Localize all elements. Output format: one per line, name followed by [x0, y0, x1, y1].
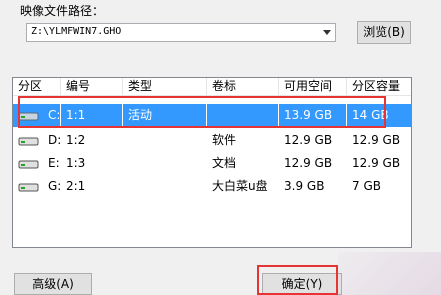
cell-partition: G: — [48, 179, 62, 193]
cell-label — [207, 104, 279, 127]
cell-label: 大白菜u盘 — [212, 179, 268, 193]
cell-type — [123, 129, 207, 152]
cell-capacity: 7 GB — [352, 179, 381, 193]
cell-capacity: 12.9 GB — [352, 156, 401, 170]
cell-capacity: 12.9 GB — [352, 133, 401, 147]
column-header-number[interactable]: 编号 — [61, 78, 123, 95]
cell-label: 软件 — [212, 133, 237, 147]
advanced-button[interactable]: 高级(A) — [14, 273, 92, 295]
ok-highlight-box — [257, 265, 338, 295]
drive-icon — [18, 160, 39, 169]
cell-number: 2:1 — [66, 179, 86, 193]
drive-icon — [18, 112, 39, 121]
column-header-type[interactable]: 类型 — [123, 78, 207, 95]
table-row[interactable]: G: 2:1 大白菜u盘 3.9 GB 7 GB — [13, 175, 411, 198]
cell-partition: C: — [43, 104, 61, 127]
cell-partition: D: — [48, 133, 62, 147]
cell-number: 1:1 — [61, 104, 123, 127]
cell-partition: E: — [48, 156, 60, 170]
browse-button[interactable]: 浏览(B) — [357, 21, 411, 44]
usb-drive-icon — [18, 183, 39, 192]
column-header-free-space[interactable]: 可用空间 — [279, 78, 347, 95]
cell-number: 1:2 — [66, 133, 86, 147]
table-row[interactable]: D: 1:2 软件 12.9 GB 12.9 GB — [13, 129, 411, 152]
column-header-capacity[interactable]: 分区容量 — [347, 78, 411, 95]
watermark-overlay — [338, 252, 441, 295]
chevron-down-icon[interactable] — [323, 30, 331, 35]
cell-free-space: 12.9 GB — [284, 133, 333, 147]
table-header: 分区 编号 类型 卷标 可用空间 分区容量 — [13, 78, 411, 96]
image-path-value: Z:\YLMFWIN7.GHO — [31, 26, 122, 37]
table-row[interactable]: E: 1:3 文档 12.9 GB 12.9 GB — [13, 152, 411, 175]
cell-type: 活动 — [123, 104, 207, 127]
table-row[interactable]: C: 1:1 活动 13.9 GB 14 GB — [13, 104, 411, 127]
cell-free-space: 13.9 GB — [279, 104, 347, 127]
drive-icon — [18, 137, 39, 146]
cell-label: 文档 — [212, 156, 237, 170]
cell-free-space: 3.9 GB — [284, 179, 325, 193]
cell-number: 1:3 — [66, 156, 86, 170]
partition-table: 分区 编号 类型 卷标 可用空间 分区容量 C: 1:1 活动 13.9 GB … — [12, 77, 412, 248]
cell-free-space: 12.9 GB — [284, 156, 333, 170]
cell-type — [123, 175, 207, 198]
image-path-combobox[interactable]: Z:\YLMFWIN7.GHO — [26, 23, 336, 42]
image-path-label: 映像文件路径： — [20, 4, 105, 18]
cell-capacity: 14 GB — [352, 108, 389, 122]
column-header-partition[interactable]: 分区 — [13, 78, 61, 95]
cell-type — [123, 152, 207, 175]
column-header-label[interactable]: 卷标 — [207, 78, 279, 95]
